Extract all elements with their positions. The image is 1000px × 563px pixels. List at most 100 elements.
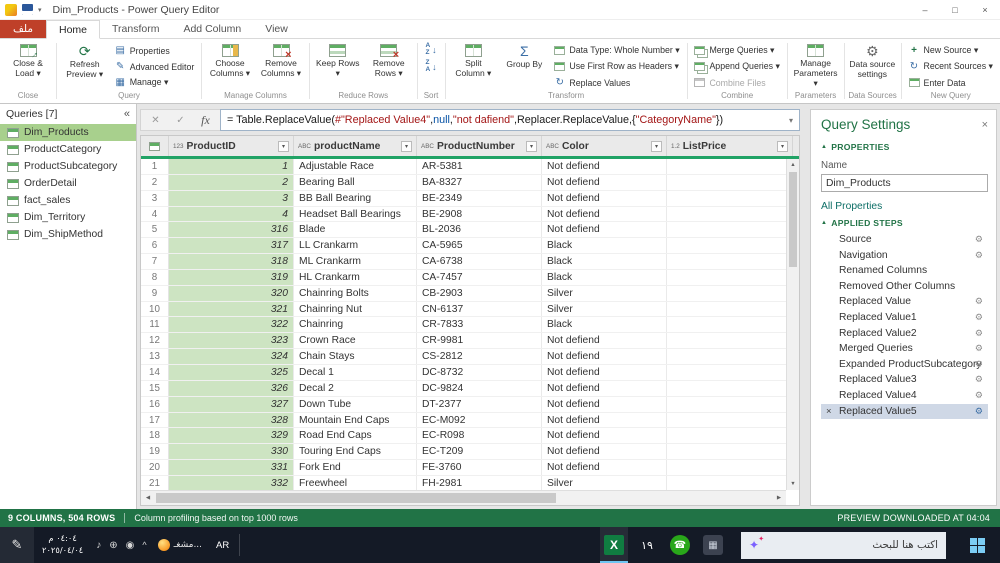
table-cell[interactable]: Chainring Nut	[294, 301, 417, 317]
query-name-input[interactable]	[821, 174, 988, 192]
applied-step[interactable]: Replaced Value3 ⚙	[821, 372, 988, 388]
applied-step[interactable]: Navigation ⚙	[821, 248, 988, 264]
merge-queries-button[interactable]: Merge Queries ▾	[690, 43, 783, 58]
row-number[interactable]: 8	[141, 269, 169, 285]
table-cell[interactable]: 2	[169, 174, 294, 190]
scroll-left-icon[interactable]: ◀	[141, 495, 155, 501]
table-cell[interactable]: Mountain End Caps	[294, 412, 417, 428]
row-number[interactable]: 1	[141, 159, 169, 174]
table-cell[interactable]	[667, 222, 786, 237]
table-cell[interactable]: ML Crankarm	[294, 254, 417, 269]
table-cell[interactable]: Not defiend	[542, 174, 667, 190]
table-cell[interactable]: 326	[169, 380, 294, 396]
table-cell[interactable]: DT-2377	[417, 396, 542, 412]
applied-step[interactable]: × Replaced Value5 ⚙	[821, 403, 988, 420]
start-button[interactable]	[954, 527, 1000, 563]
table-cell[interactable]	[667, 254, 786, 269]
row-number[interactable]: 17	[141, 412, 169, 428]
table-cell[interactable]: LL Crankarm	[294, 238, 417, 254]
table-cell[interactable]: Black	[542, 317, 667, 333]
table-cell[interactable]: 322	[169, 317, 294, 333]
table-cell[interactable]: CA-7457	[417, 269, 542, 285]
table-cell[interactable]: Silver	[542, 285, 667, 301]
recent-sources-button[interactable]: ↻ Recent Sources ▾	[905, 59, 997, 74]
horizontal-scrollbar[interactable]: ◀ ▶	[141, 490, 786, 505]
table-cell[interactable]	[667, 270, 786, 285]
table-cell[interactable]: 319	[169, 269, 294, 285]
formula-check-icon[interactable]: ✓	[168, 115, 193, 126]
step-settings-gear-icon[interactable]: ⚙	[975, 404, 983, 420]
manage-button[interactable]: ▦ Manage ▾	[111, 75, 199, 90]
table-cell[interactable]	[667, 365, 786, 380]
excel-taskbar-icon[interactable]: X	[600, 527, 628, 563]
tab-view[interactable]: View	[253, 20, 300, 38]
table-cell[interactable]: BE-2908	[417, 206, 542, 222]
table-cell[interactable]: 316	[169, 222, 294, 238]
column-header-productid[interactable]: 123 ProductID ▾	[169, 136, 294, 156]
step-settings-gear-icon[interactable]: ⚙	[975, 232, 983, 248]
table-cell[interactable]: Chainring	[294, 317, 417, 333]
fx-icon[interactable]: fx	[193, 113, 218, 128]
tab-transform[interactable]: Transform	[100, 20, 171, 38]
table-cell[interactable]: 324	[169, 349, 294, 364]
table-cell[interactable]: 4	[169, 206, 294, 222]
table-cell[interactable]: Decal 1	[294, 364, 417, 380]
table-cell[interactable]	[667, 460, 786, 475]
row-number[interactable]: 6	[141, 238, 169, 254]
row-number[interactable]: 16	[141, 396, 169, 412]
column-header-productnumber[interactable]: ABC ProductNumber ▾	[417, 136, 542, 156]
table-cell[interactable]	[667, 381, 786, 396]
table-cell[interactable]: BB Ball Bearing	[294, 190, 417, 206]
row-number[interactable]: 2	[141, 174, 169, 190]
applied-step[interactable]: Replaced Value1 ⚙	[821, 310, 988, 326]
query-list-item[interactable]: ProductCategory	[0, 141, 136, 158]
row-number[interactable]: 12	[141, 333, 169, 349]
filter-dropdown-icon[interactable]: ▾	[526, 140, 537, 152]
all-properties-link[interactable]: All Properties	[821, 201, 988, 212]
applied-step[interactable]: Replaced Value ⚙	[821, 294, 988, 310]
query-list-item[interactable]: Dim_ShipMethod	[0, 226, 136, 243]
table-cell[interactable]: Not defiend	[542, 460, 667, 475]
row-number[interactable]: 21	[141, 475, 169, 490]
table-cell[interactable]: Down Tube	[294, 396, 417, 412]
table-cell[interactable]	[667, 476, 786, 490]
table-cell[interactable]: Black	[542, 269, 667, 285]
table-cell[interactable]: 321	[169, 301, 294, 317]
table-cell[interactable]: Not defiend	[542, 333, 667, 349]
step-settings-gear-icon[interactable]: ⚙	[975, 357, 983, 373]
table-cell[interactable]	[667, 175, 786, 190]
row-number[interactable]: 4	[141, 206, 169, 222]
formula-expand-icon[interactable]: ▾	[783, 116, 793, 125]
save-icon[interactable]	[22, 4, 33, 15]
table-corner-button[interactable]	[141, 136, 169, 156]
formula-input[interactable]: = Table.ReplaceValue(#"Replaced Value4",…	[220, 109, 800, 131]
refresh-preview-button[interactable]: ⟳ Refresh Preview ▾	[60, 42, 110, 82]
table-cell[interactable]: Not defiend	[542, 190, 667, 206]
table-cell[interactable]: 329	[169, 428, 294, 444]
table-cell[interactable]: CB-2903	[417, 285, 542, 301]
minimize-button[interactable]: –	[910, 0, 940, 19]
table-cell[interactable]: CA-5965	[417, 238, 542, 254]
app-taskbar-icon[interactable]: ▦	[699, 527, 727, 563]
network-icon[interactable]: ⊕	[109, 540, 117, 551]
taskbar-clock[interactable]: ٠٤:٠٤ م ٢٠٢٥/٠٤/٠٤	[34, 533, 91, 556]
step-settings-gear-icon[interactable]: ⚙	[975, 326, 983, 342]
column-header-color[interactable]: ABC Color ▾	[542, 136, 667, 156]
row-number[interactable]: 13	[141, 349, 169, 364]
group-by-button[interactable]: Σ Group By	[499, 42, 549, 72]
record-icon[interactable]: ◉	[126, 540, 135, 551]
profiling-status[interactable]: Column profiling based on top 1000 rows	[134, 513, 298, 523]
quick-access-dropdown-icon[interactable]: ▾	[38, 6, 42, 14]
table-cell[interactable]: 332	[169, 475, 294, 490]
sort-descending-button[interactable]: ZA ↓	[420, 59, 441, 74]
table-cell[interactable]: 323	[169, 333, 294, 349]
enter-data-button[interactable]: Enter Data	[905, 75, 997, 90]
properties-section-header[interactable]: ▲ PROPERTIES	[821, 142, 988, 152]
step-settings-gear-icon[interactable]: ⚙	[975, 388, 983, 404]
table-cell[interactable]: Not defiend	[542, 380, 667, 396]
remove-rows-button[interactable]: Remove Rows ▾	[364, 42, 414, 81]
filter-dropdown-icon[interactable]: ▾	[651, 140, 662, 152]
filter-dropdown-icon[interactable]: ▾	[401, 140, 412, 152]
vertical-scroll-thumb[interactable]	[789, 172, 797, 267]
close-and-load-button[interactable]: Close & Load ▾	[3, 42, 53, 81]
